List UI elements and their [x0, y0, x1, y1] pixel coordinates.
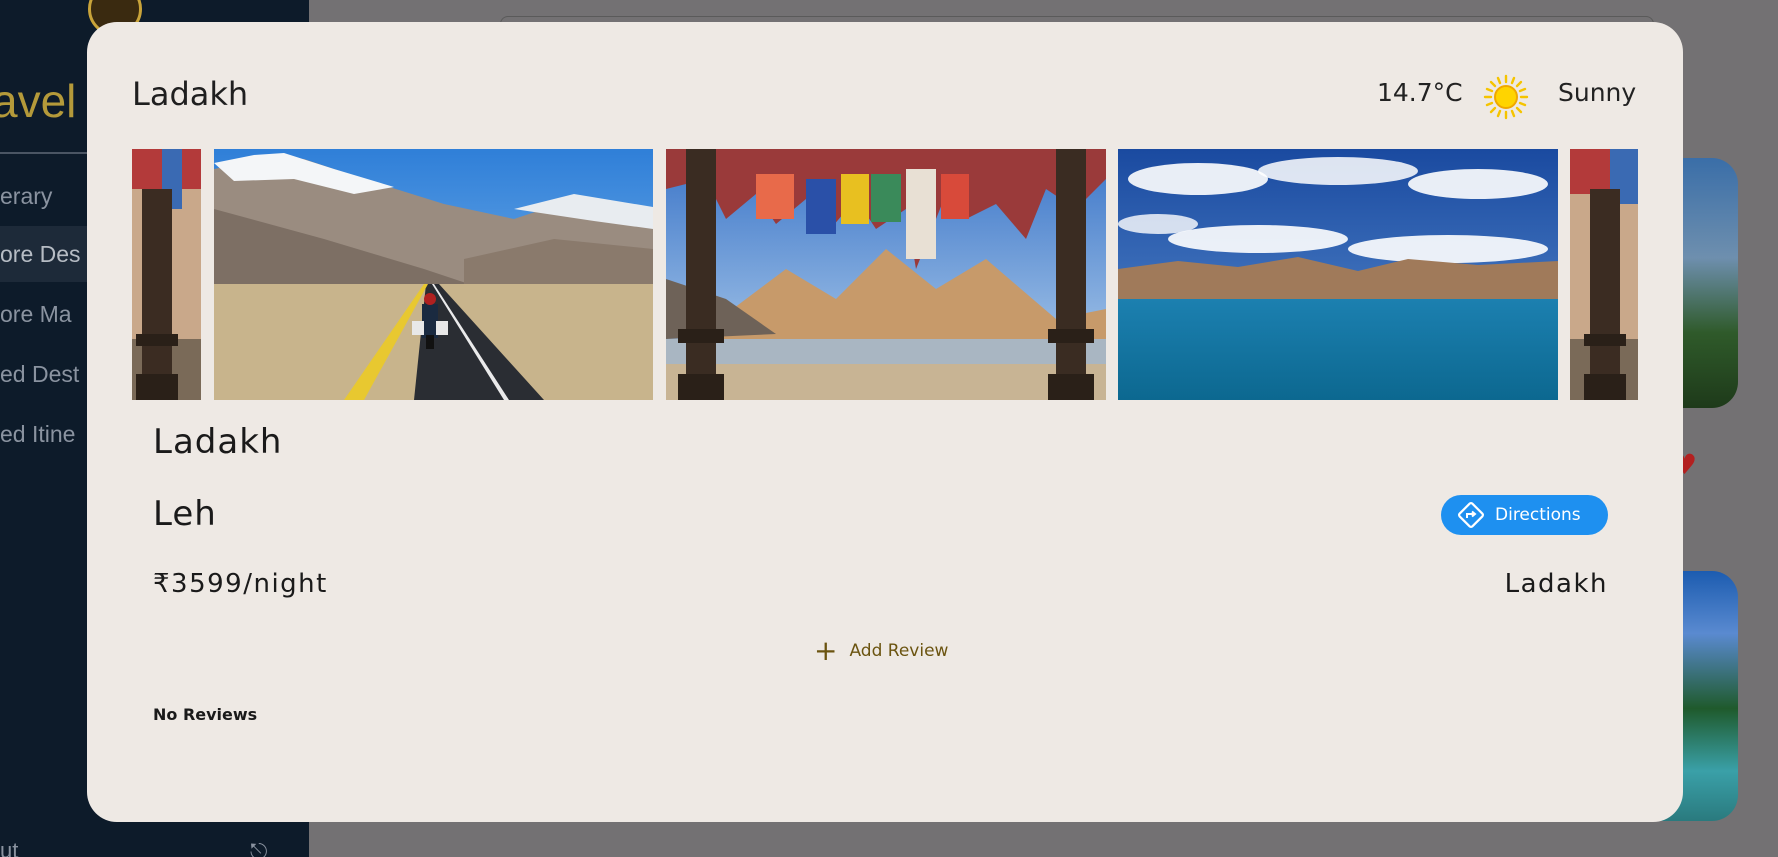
photo-carousel[interactable] — [132, 149, 1638, 400]
carousel-photo[interactable] — [666, 149, 1106, 400]
logout-icon[interactable]: ⎋ — [250, 840, 267, 857]
reviews-status: No Reviews — [153, 705, 258, 724]
add-review-button[interactable]: + Add Review — [814, 637, 948, 665]
sidebar-item-saved-destinations[interactable]: ed Dest — [0, 346, 88, 402]
directions-button[interactable]: Directions — [1441, 495, 1608, 535]
sidebar-item-explore-map[interactable]: ore Ma — [0, 286, 88, 342]
directions-icon — [1458, 502, 1484, 528]
sun-icon — [1483, 74, 1529, 120]
temperature: 14.7°C — [1377, 78, 1463, 107]
city-name: Leh — [153, 494, 217, 534]
brand-text: avel — [0, 75, 77, 127]
sidebar-item-explore-destinations[interactable]: ore Des — [0, 226, 88, 282]
sidebar-divider — [0, 152, 88, 154]
sidebar-item-saved-itineraries[interactable]: ed Itine — [0, 406, 88, 462]
place-name: Ladakh — [153, 422, 283, 462]
price-per-night: ₹3599/night — [153, 569, 328, 599]
sidebar-item-itinerary[interactable]: erary — [0, 168, 88, 224]
modal-title: Ladakh — [132, 75, 249, 113]
directions-label: Directions — [1495, 505, 1581, 525]
plus-icon: + — [814, 634, 838, 667]
region-name: Ladakh — [1504, 569, 1608, 599]
carousel-photo[interactable] — [1570, 149, 1638, 400]
destination-modal: Ladakh 14.7°C Sunny Ladakh Leh Direction… — [87, 22, 1683, 822]
carousel-photo[interactable] — [214, 149, 653, 400]
add-review-label: Add Review — [849, 641, 949, 661]
carousel-photo[interactable] — [1118, 149, 1558, 400]
sidebar-bottom-item[interactable]: ut — [0, 838, 18, 857]
carousel-photo[interactable] — [132, 149, 201, 400]
weather-condition: Sunny — [1558, 78, 1637, 107]
